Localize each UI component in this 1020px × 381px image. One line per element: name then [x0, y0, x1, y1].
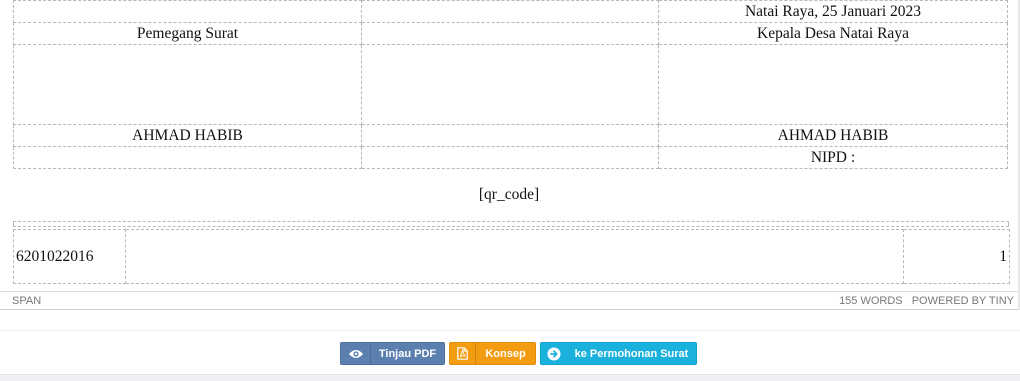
signature-table: Natai Raya, 25 Januari 2023 Pemegang Sur…: [13, 0, 1008, 169]
sig-cell-empty: [361, 0, 659, 23]
eye-icon: [341, 343, 371, 364]
preview-pdf-label: Tinjau PDF: [378, 347, 437, 360]
draft-button[interactable]: Konsep: [449, 342, 536, 365]
code-middle-cell: [125, 229, 904, 284]
nipd-label: NIPD :: [658, 146, 1008, 169]
editor-statusbar: SPAN 155 WORDS POWERED BY TINY: [0, 291, 1018, 309]
element-path[interactable]: SPAN: [12, 295, 41, 307]
sig-cell-empty: [361, 124, 659, 147]
draft-label: Konsep: [485, 347, 526, 360]
editor-document[interactable]: Natai Raya, 25 Januari 2023 Pemegang Sur…: [0, 0, 1018, 291]
sig-cell-empty: [13, 0, 362, 23]
date-line: Natai Raya, 25 Januari 2023: [658, 0, 1008, 23]
region-code: 6201022016: [13, 229, 126, 284]
statusbar-right: 155 WORDS POWERED BY TINY: [839, 295, 1014, 307]
qr-code-placeholder: [qr_code]: [478, 186, 540, 203]
arrow-circle-right-icon: [541, 343, 567, 364]
sig-cell-empty: [361, 44, 659, 125]
powered-by-link[interactable]: POWERED BY TINY: [912, 295, 1014, 307]
sig-cell-empty: [13, 146, 362, 169]
sig-cell-empty: [361, 22, 659, 45]
sig-cell-empty: [361, 146, 659, 169]
signature-space: [13, 44, 362, 125]
to-requests-label: ke Permohonan Surat: [574, 347, 689, 360]
code-table: 6201022016 1: [13, 229, 1010, 284]
page-number: 1: [903, 229, 1010, 284]
holder-role: Pemegang Surat: [13, 22, 362, 45]
holder-name: AHMAD HABIB: [13, 124, 362, 147]
signature-space: [658, 44, 1008, 125]
village-head-role: Kepala Desa Natai Raya: [658, 22, 1008, 45]
rich-text-editor[interactable]: Natai Raya, 25 Januari 2023 Pemegang Sur…: [0, 0, 1019, 310]
village-head-name: AHMAD HABIB: [658, 124, 1008, 147]
to-requests-button[interactable]: ke Permohonan Surat: [540, 342, 697, 365]
preview-pdf-button[interactable]: Tinjau PDF: [340, 342, 445, 365]
divider: [0, 330, 1020, 331]
thin-table-row: [13, 221, 1009, 227]
page-footer-strip: [0, 374, 1020, 381]
file-pdf-icon: [450, 343, 476, 364]
word-count[interactable]: 155 WORDS: [839, 295, 903, 307]
